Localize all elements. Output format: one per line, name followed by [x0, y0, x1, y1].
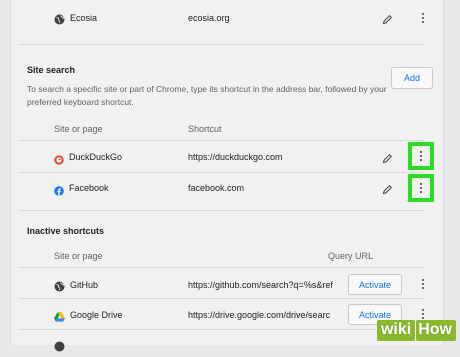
activate-button[interactable]: Activate [348, 274, 402, 295]
column-header-shortcut: Shortcut [188, 124, 222, 134]
duckduckgo-icon [54, 152, 64, 165]
divider [18, 140, 424, 141]
more-options-icon[interactable] [416, 150, 426, 162]
site-name: GitHub [70, 280, 99, 290]
divider [18, 298, 424, 299]
site-name: Facebook [69, 183, 109, 193]
more-options-icon[interactable] [418, 278, 428, 290]
add-button[interactable]: Add [391, 67, 433, 89]
site-search-description-line1: To search a specific site or part of Chr… [27, 84, 387, 94]
more-options-icon[interactable] [418, 12, 428, 24]
shortcut-url: https://duckduckgo.com [188, 152, 283, 162]
wikihow-watermark: wiki How [376, 320, 456, 341]
shortcut-url: facebook.com [188, 183, 245, 193]
column-header-site: Site or page [54, 251, 103, 261]
edit-pencil-icon[interactable] [382, 151, 393, 164]
column-header-query-url: Query URL [328, 251, 374, 261]
divider [18, 172, 424, 173]
more-options-icon[interactable] [416, 182, 426, 194]
highlight-box [408, 174, 434, 202]
site-name: DuckDuckGo [69, 152, 123, 162]
more-options-icon[interactable] [418, 308, 428, 320]
section-title-site-search: Site search [27, 65, 76, 75]
watermark-wiki: wiki [376, 320, 416, 341]
column-header-site: Site or page [54, 124, 103, 134]
divider [18, 329, 424, 330]
site-search-description-line2: preferred keyboard shortcut. [27, 97, 134, 107]
facebook-icon [54, 183, 64, 196]
highlight-box [408, 142, 434, 170]
section-title-inactive-shortcuts: Inactive shortcuts [27, 226, 105, 236]
query-url: https://github.com/search?q=%s&ref [188, 280, 333, 290]
edit-pencil-icon[interactable] [382, 182, 393, 195]
divider [18, 44, 424, 45]
site-name: Ecosia [70, 13, 98, 23]
query-url: https://drive.google.com/drive/searc [188, 310, 331, 320]
site-url: ecosia.org [188, 13, 230, 23]
watermark-how: How [416, 320, 456, 341]
google-drive-icon [54, 309, 65, 322]
globe-icon [54, 12, 65, 25]
edit-pencil-icon[interactable] [382, 12, 393, 25]
divider [18, 210, 424, 211]
site-name: Google Drive [70, 310, 123, 320]
globe-icon [54, 279, 65, 292]
divider [18, 267, 424, 268]
